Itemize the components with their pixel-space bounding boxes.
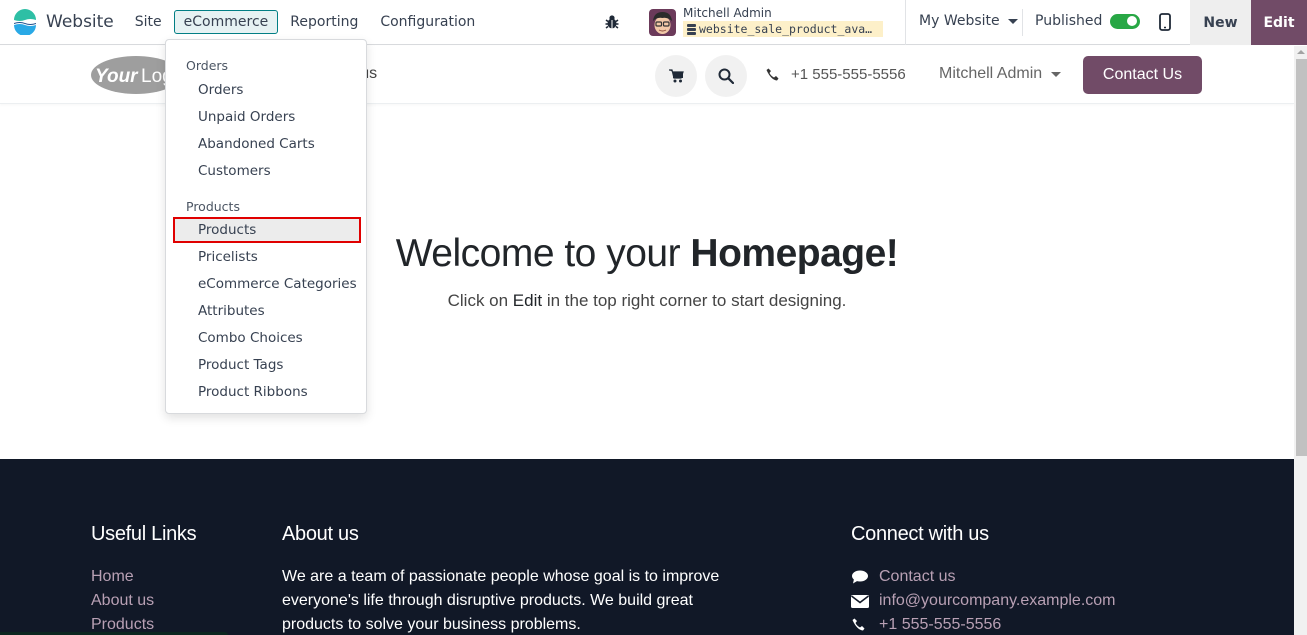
footer-about: About us We are a team of passionate peo…: [282, 523, 722, 635]
scroll-up-icon[interactable]: [1297, 50, 1305, 54]
comment-icon: [852, 570, 868, 584]
user-avatar: [649, 9, 676, 36]
dropdown-item-products[interactable]: Products: [173, 217, 361, 243]
edit-button[interactable]: Edit: [1251, 0, 1307, 45]
connect-phone[interactable]: +1 555-555-5556: [851, 613, 1116, 635]
dropdown-section-orders: Orders: [186, 58, 229, 73]
chevron-down-icon: [1007, 18, 1018, 24]
ecommerce-dropdown: Orders Orders Unpaid Orders Abandoned Ca…: [165, 39, 367, 414]
svg-text:Your: Your: [95, 66, 139, 87]
chevron-down-icon: [1051, 71, 1062, 77]
dropdown-item-product-tags[interactable]: Product Tags: [173, 352, 361, 378]
website-app-icon: [14, 9, 36, 35]
hero-sub-bold: Edit: [512, 291, 543, 310]
user-name: Mitchell Admin: [683, 6, 772, 20]
app-name: Website: [46, 12, 114, 32]
contact-us-button[interactable]: Contact Us: [1083, 56, 1202, 94]
mobile-preview-icon[interactable]: [1159, 13, 1171, 31]
cart-button[interactable]: [655, 55, 697, 97]
published-label: Published: [1035, 13, 1103, 29]
footer: Useful Links Home About us Products Abou…: [0, 459, 1294, 635]
top-menu: Site eCommerce Reporting Configuration: [125, 0, 488, 44]
cart-icon: [668, 69, 684, 83]
hero-sub-prefix: Click on: [447, 291, 513, 310]
connect-title: Connect with us: [851, 523, 989, 545]
scroll-thumb[interactable]: [1296, 59, 1307, 456]
connect-phone-label: +1 555-555-5556: [879, 616, 1002, 633]
hero-title-bold: Homepage!: [690, 232, 899, 275]
connect-email[interactable]: info@yourcompany.example.com: [851, 589, 1116, 613]
header-phone[interactable]: +1 555-555-5556: [766, 66, 906, 83]
dropdown-item-abandoned-carts[interactable]: Abandoned Carts: [173, 131, 361, 157]
useful-links-title: Useful Links: [91, 523, 197, 545]
search-button[interactable]: [705, 55, 747, 97]
website-selector[interactable]: My Website: [919, 13, 1018, 29]
divider: [905, 0, 906, 45]
dropdown-item-pricelists[interactable]: Pricelists: [173, 244, 361, 270]
site-user-menu[interactable]: Mitchell Admin: [939, 65, 1062, 83]
divider: [1022, 9, 1023, 36]
publish-toggle-group: Published: [1035, 13, 1141, 29]
dropdown-item-combo-choices[interactable]: Combo Choices: [173, 325, 361, 351]
published-toggle[interactable]: [1110, 13, 1141, 29]
phone-icon: [766, 68, 779, 81]
dropdown-item-unpaid-orders[interactable]: Unpaid Orders: [173, 104, 361, 130]
search-icon: [718, 68, 734, 84]
bug-icon[interactable]: [603, 13, 621, 31]
dropdown-item-product-ribbons[interactable]: Product Ribbons: [173, 379, 361, 405]
about-title: About us: [282, 523, 359, 545]
site-user-name: Mitchell Admin: [939, 65, 1043, 82]
dropdown-section-products: Products: [186, 199, 240, 214]
footer-useful-links: Useful Links Home About us Products: [91, 523, 197, 635]
menu-ecommerce[interactable]: eCommerce: [173, 10, 279, 34]
connect-email-label: info@yourcompany.example.com: [879, 592, 1116, 609]
hero-title-prefix: Welcome to your: [395, 232, 691, 275]
dropdown-item-customers[interactable]: Customers: [173, 158, 361, 184]
footer-connect: Connect with us Contact us info@yourcomp…: [851, 523, 1116, 635]
connect-contact-label: Contact us: [879, 568, 956, 585]
footer-link-home[interactable]: Home: [91, 565, 196, 589]
menu-configuration[interactable]: Configuration: [370, 10, 485, 34]
dropdown-item-ecommerce-categories[interactable]: eCommerce Categories: [173, 271, 361, 297]
phone-icon: [852, 618, 865, 631]
envelope-icon: [851, 594, 869, 608]
dropdown-item-attributes[interactable]: Attributes: [173, 298, 361, 324]
database-badge: website_sale_product_ava…: [683, 21, 883, 37]
header-phone-number: +1 555-555-5556: [791, 66, 906, 83]
app-brand[interactable]: Website: [0, 0, 114, 44]
dropdown-item-orders[interactable]: Orders: [173, 77, 361, 103]
about-text: We are a team of passionate people whose…: [282, 568, 720, 633]
menu-reporting[interactable]: Reporting: [280, 10, 368, 34]
menu-site[interactable]: Site: [125, 10, 172, 34]
user-menu[interactable]: Mitchell Admin website_sale_product_ava…: [649, 6, 883, 37]
database-icon: [687, 23, 696, 35]
hero-sub-suffix: in the top right corner to start designi…: [542, 291, 847, 310]
new-button[interactable]: New: [1190, 0, 1251, 45]
connect-contact[interactable]: Contact us: [851, 565, 1116, 589]
page-scrollbar[interactable]: [1294, 46, 1307, 635]
website-selector-label: My Website: [919, 13, 1000, 29]
footer-link-about[interactable]: About us: [91, 589, 196, 613]
database-name: website_sale_product_ava…: [699, 22, 873, 36]
